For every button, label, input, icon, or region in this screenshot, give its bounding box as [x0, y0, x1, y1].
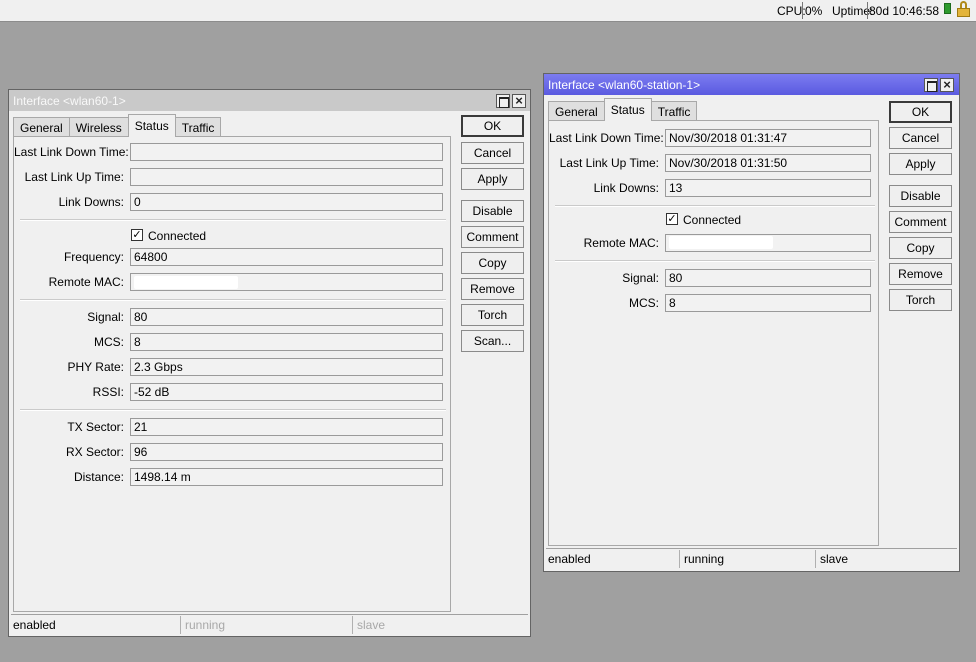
signal-value[interactable]: 80 — [665, 269, 871, 287]
distance-value[interactable]: 1498.14 m — [130, 468, 443, 486]
tab-traffic[interactable]: Traffic — [174, 117, 222, 137]
remove-button[interactable]: Remove — [889, 263, 952, 285]
divider — [20, 409, 446, 411]
status-running: running — [183, 616, 353, 634]
status-running: running — [682, 550, 816, 568]
window-title: Interface <wlan60-1> — [13, 94, 126, 108]
field-label: Signal: — [622, 271, 659, 285]
apply-button[interactable]: Apply — [889, 153, 952, 175]
connected-label: Connected — [148, 229, 207, 243]
cancel-button[interactable]: Cancel — [461, 142, 524, 164]
status-enabled: enabled — [11, 616, 181, 634]
top-status-bar: CPU: 0% Uptime: 80d 10:46:58 — [0, 0, 976, 22]
status-enabled: enabled — [546, 550, 680, 568]
last-link-down-time-value[interactable] — [130, 143, 443, 161]
window-status-bar: enabled running slave — [546, 548, 957, 568]
divider — [555, 205, 875, 207]
phy-rate-value[interactable]: 2.3 Gbps — [130, 358, 443, 376]
divider — [20, 219, 446, 221]
link-downs-value[interactable]: 13 — [665, 179, 871, 197]
field-label: Signal: — [87, 310, 124, 324]
maximize-icon[interactable] — [496, 94, 510, 108]
field-label: PHY Rate: — [67, 360, 124, 374]
field-label: RSSI: — [92, 385, 124, 399]
tx-sector-value[interactable]: 21 — [130, 418, 443, 436]
last-link-up-time-value[interactable] — [130, 168, 443, 186]
signal-value[interactable]: 80 — [130, 308, 443, 326]
status-panel: Last Link Down Time: Last Link Up Time: … — [13, 136, 451, 612]
divider — [555, 260, 875, 262]
field-label: Link Downs: — [58, 195, 124, 209]
frequency-value[interactable]: 64800 — [130, 248, 443, 266]
status-panel: Last Link Down Time: Nov/30/2018 01:31:4… — [548, 120, 879, 546]
interface-window-wlan60-1: Interface <wlan60-1> × General Wireless … — [8, 89, 531, 637]
lock-body — [957, 8, 970, 17]
field-label: Last Link Down Time: — [549, 131, 664, 145]
field-label: Last Link Up Time: — [24, 170, 124, 184]
interface-window-wlan60-station-1: Interface <wlan60-station-1> × General S… — [543, 73, 960, 572]
scan-button[interactable]: Scan... — [461, 330, 524, 352]
status-slave: slave — [820, 552, 849, 566]
comment-button[interactable]: Comment — [461, 226, 524, 248]
torch-button[interactable]: Torch — [889, 289, 952, 311]
field-label: Remote MAC: — [583, 236, 659, 250]
mcs-value[interactable]: 8 — [665, 294, 871, 312]
window-status-bar: enabled running slave — [11, 614, 528, 634]
uptime-value: 80d 10:46:58 — [869, 4, 940, 18]
tab-wireless[interactable]: Wireless — [68, 117, 129, 137]
close-icon[interactable]: × — [512, 94, 526, 108]
copy-button[interactable]: Copy — [461, 252, 524, 274]
field-label: Last Link Up Time: — [559, 156, 659, 170]
divider — [20, 299, 446, 301]
field-label: RX Sector: — [65, 445, 124, 459]
tab-bar: General Wireless Status Traffic — [13, 114, 222, 137]
tab-status[interactable]: Status — [603, 98, 652, 121]
tab-general[interactable]: General — [548, 101, 605, 121]
torch-button[interactable]: Torch — [461, 304, 524, 326]
field-label: MCS: — [629, 296, 659, 310]
maximize-icon[interactable] — [924, 78, 938, 92]
lock-icon[interactable] — [957, 1, 970, 17]
tab-status[interactable]: Status — [127, 114, 176, 137]
mcs-value[interactable]: 8 — [130, 333, 443, 351]
status-indicator-icon — [944, 3, 951, 14]
field-label: MCS: — [94, 335, 124, 349]
field-label: Frequency: — [63, 250, 124, 264]
close-icon[interactable]: × — [940, 78, 954, 92]
link-downs-value[interactable]: 0 — [130, 193, 443, 211]
field-label: Distance: — [73, 470, 124, 484]
connected-checkbox[interactable]: ✓ — [131, 229, 143, 241]
copy-button[interactable]: Copy — [889, 237, 952, 259]
comment-button[interactable]: Comment — [889, 211, 952, 233]
ok-button[interactable]: OK — [461, 115, 524, 137]
rssi-value[interactable]: -52 dB — [130, 383, 443, 401]
cpu-value: 0% — [805, 4, 823, 18]
cpu-separator — [802, 2, 803, 19]
redacted-mac-overlay — [669, 236, 773, 249]
apply-button[interactable]: Apply — [461, 168, 524, 190]
ok-button[interactable]: OK — [889, 101, 952, 123]
connected-label: Connected — [683, 213, 742, 227]
remove-button[interactable]: Remove — [461, 278, 524, 300]
disable-button[interactable]: Disable — [889, 185, 952, 207]
connected-checkbox[interactable]: ✓ — [666, 213, 678, 225]
redacted-mac-overlay — [134, 276, 238, 289]
window-titlebar[interactable]: Interface <wlan60-1> × — [9, 90, 530, 111]
field-label: Link Downs: — [593, 181, 659, 195]
status-slave: slave — [357, 618, 386, 632]
rx-sector-value[interactable]: 96 — [130, 443, 443, 461]
field-label: TX Sector: — [67, 420, 124, 434]
field-label: Last Link Down Time: — [14, 145, 129, 159]
tab-general[interactable]: General — [13, 117, 70, 137]
uptime-separator — [867, 2, 868, 19]
last-link-down-time-value[interactable]: Nov/30/2018 01:31:47 — [665, 129, 871, 147]
tab-traffic[interactable]: Traffic — [650, 101, 698, 121]
cancel-button[interactable]: Cancel — [889, 127, 952, 149]
field-label: Remote MAC: — [48, 275, 124, 289]
window-titlebar[interactable]: Interface <wlan60-station-1> × — [544, 74, 959, 95]
last-link-up-time-value[interactable]: Nov/30/2018 01:31:50 — [665, 154, 871, 172]
tab-bar: General Status Traffic — [548, 98, 698, 121]
window-title: Interface <wlan60-station-1> — [548, 78, 701, 92]
disable-button[interactable]: Disable — [461, 200, 524, 222]
